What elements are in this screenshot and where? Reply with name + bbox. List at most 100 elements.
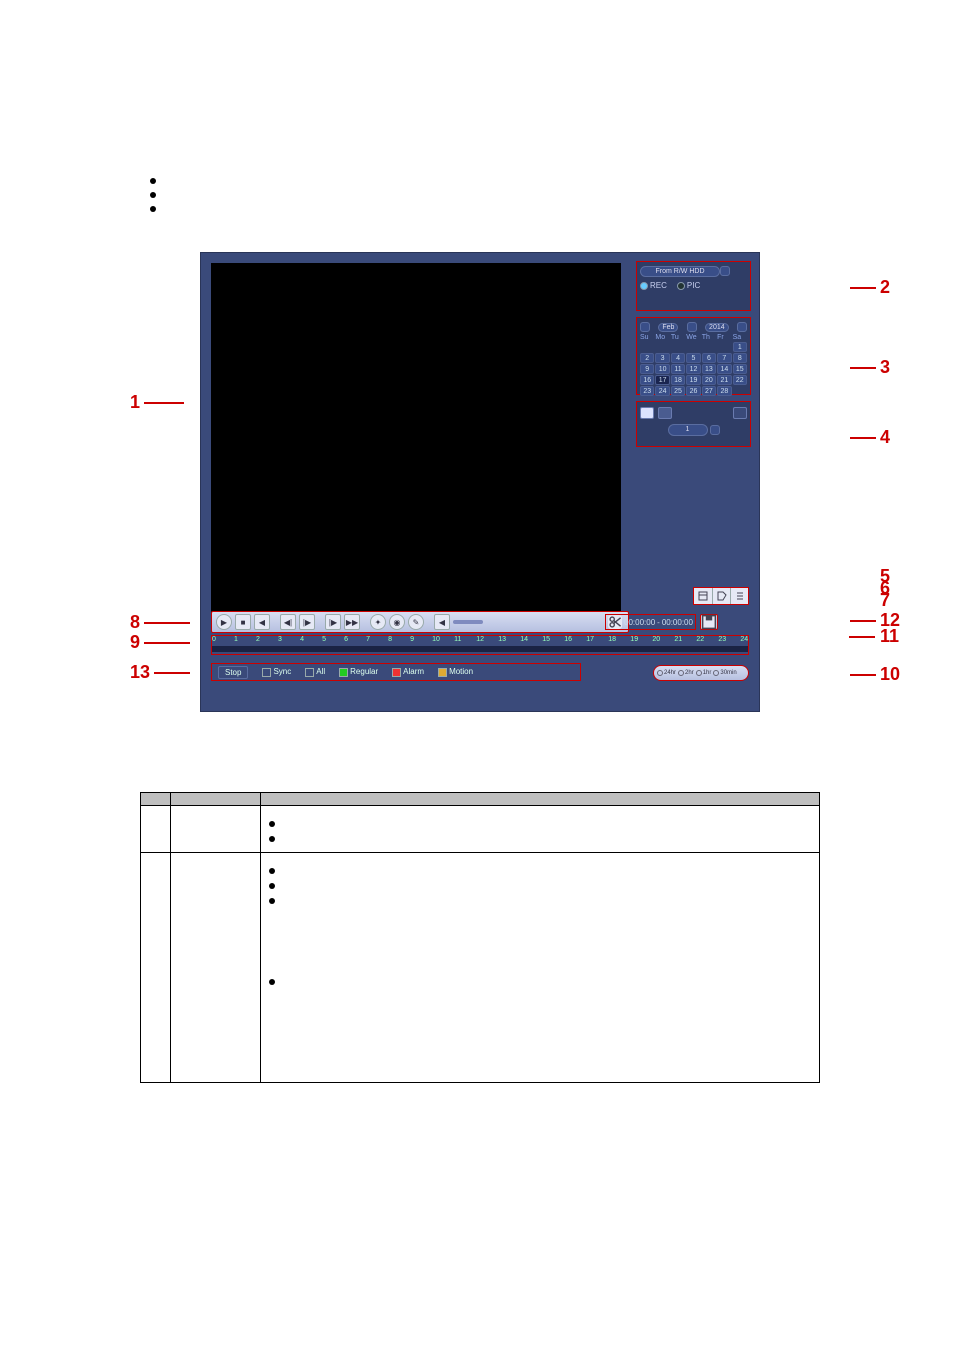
frame-back-button[interactable]: ◀| <box>280 614 296 630</box>
radio-rec[interactable] <box>640 282 648 290</box>
table-row <box>141 853 820 1083</box>
cal-day[interactable]: 26 <box>686 386 700 396</box>
layout-channel-pane: 1 <box>636 401 751 447</box>
cal-day[interactable]: 12 <box>686 364 700 374</box>
cal-day[interactable]: 11 <box>671 364 685 374</box>
cal-day[interactable]: 2 <box>640 353 654 363</box>
callout-10: 10 <box>880 664 900 685</box>
cal-day[interactable]: 7 <box>717 353 731 363</box>
zoom-2hr[interactable]: 2hr <box>678 670 694 676</box>
prev-month-icon[interactable] <box>640 322 650 332</box>
next-month-icon[interactable] <box>737 322 747 332</box>
callout-11: 11 <box>880 626 899 647</box>
cal-day[interactable]: 1 <box>733 342 747 352</box>
stop-button[interactable]: ■ <box>235 614 251 630</box>
month-select[interactable]: Feb <box>658 323 678 332</box>
cal-day[interactable]: 25 <box>671 386 685 396</box>
layout-4-icon[interactable] <box>658 407 672 419</box>
cal-day[interactable]: 27 <box>702 386 716 396</box>
smart-search-button[interactable]: ✦ <box>370 614 386 630</box>
cal-day[interactable]: 5 <box>686 353 700 363</box>
cal-day[interactable]: 24 <box>655 386 669 396</box>
callout-8: 8 <box>130 612 140 633</box>
cal-day[interactable]: 10 <box>655 364 669 374</box>
file-list-icon[interactable] <box>730 588 748 604</box>
zoom-30min[interactable]: 30min <box>713 670 736 676</box>
sync-check[interactable]: Sync <box>262 667 291 676</box>
cal-day[interactable]: 4 <box>671 353 685 363</box>
channel-dd-icon[interactable] <box>710 425 720 435</box>
cal-day[interactable]: 15 <box>733 364 747 374</box>
cal-day[interactable]: 28 <box>717 386 731 396</box>
clip-end-time: 00:00:00 <box>662 618 693 627</box>
mark-tag-icon[interactable] <box>712 588 730 604</box>
clip-start-time: 00:00:00 <box>624 618 655 627</box>
stop-legend-button[interactable]: Stop <box>218 666 248 679</box>
snapshot-button[interactable]: ◉ <box>389 614 405 630</box>
card-list-icon[interactable] <box>694 588 712 604</box>
mute-button[interactable]: ◀ <box>434 614 450 630</box>
cal-day[interactable]: 23 <box>640 386 654 396</box>
th-func <box>261 793 820 806</box>
cal-day[interactable]: 18 <box>671 375 685 385</box>
month-dd-icon[interactable] <box>687 322 697 332</box>
cal-day[interactable]: 14 <box>717 364 731 374</box>
cell-bullet <box>269 974 811 985</box>
layout-1-icon[interactable] <box>640 407 654 419</box>
time-bar[interactable]: 0 1 2 3 4 5 6 7 8 9 10 11 12 13 14 15 16 <box>211 635 749 655</box>
play-button[interactable]: ▶ <box>216 614 232 630</box>
playback-toolbar: ▶ ■ ◀ ◀| |▶ |▶ ▶▶ ✦ ◉ ✎ ◀ <box>211 611 629 633</box>
channel-select[interactable]: 1 <box>668 424 708 436</box>
volume-slider[interactable] <box>453 620 483 624</box>
frame-fwd-button[interactable]: |▶ <box>299 614 315 630</box>
cal-day[interactable]: 22 <box>733 375 747 385</box>
cal-day[interactable]: 6 <box>702 353 716 363</box>
cal-day[interactable]: 13 <box>702 364 716 374</box>
callout-9: 9 <box>130 632 140 653</box>
cal-day[interactable]: 20 <box>702 375 716 385</box>
cal-day[interactable]: 9 <box>640 364 654 374</box>
reverse-button[interactable]: ◀ <box>254 614 270 630</box>
callout-4: 4 <box>880 427 890 448</box>
radio-pic[interactable] <box>677 282 685 290</box>
timebar-unit-selector: 24hr 2hr 1hr 30min <box>653 665 749 681</box>
callout-3: 3 <box>880 357 890 378</box>
all-check[interactable]: All <box>305 667 325 676</box>
td-func <box>261 853 820 1083</box>
save-clip-button[interactable] <box>700 614 718 630</box>
td-func <box>261 806 820 853</box>
corner-buttons <box>693 587 749 605</box>
side-panel: From R/W HDD REC PIC Feb 2014 <box>636 261 751 453</box>
slow-button[interactable]: |▶ <box>325 614 341 630</box>
display-window[interactable] <box>211 263 621 613</box>
time-clip-bar: 00:00:00 - 00:00:00 <box>605 611 749 633</box>
callout-567: 5 6 7 <box>880 570 890 606</box>
zoom-1hr[interactable]: 1hr <box>696 670 712 676</box>
alarm-check[interactable]: Alarm <box>392 667 424 676</box>
td-sn <box>141 806 171 853</box>
cal-day[interactable]: 17 <box>655 375 669 385</box>
source-dropdown[interactable]: From R/W HDD <box>640 266 720 277</box>
cal-day[interactable]: 19 <box>686 375 700 385</box>
dropdown-arrow-icon[interactable] <box>720 266 730 276</box>
motion-check[interactable]: Motion <box>438 667 473 676</box>
cell-bullet <box>269 863 811 874</box>
cell-bullet <box>269 878 811 889</box>
cal-day[interactable]: 16 <box>640 375 654 385</box>
callout-2: 2 <box>880 277 890 298</box>
table-row <box>141 806 820 853</box>
fast-button[interactable]: ▶▶ <box>344 614 360 630</box>
cal-day[interactable]: 3 <box>655 353 669 363</box>
year-select[interactable]: 2014 <box>705 323 729 332</box>
cal-day[interactable]: 8 <box>733 353 747 363</box>
scissor-icon[interactable] <box>608 615 622 629</box>
fullscreen-icon[interactable] <box>733 407 747 419</box>
th-sn <box>141 793 171 806</box>
cell-bullet <box>269 831 811 842</box>
callout-13: 13 <box>130 662 150 683</box>
regular-check[interactable]: Regular <box>339 667 378 676</box>
zoom-24hr[interactable]: 24hr <box>657 670 676 676</box>
pic-label: PIC <box>687 281 700 290</box>
cal-day[interactable]: 21 <box>717 375 731 385</box>
mark-button[interactable]: ✎ <box>408 614 424 630</box>
